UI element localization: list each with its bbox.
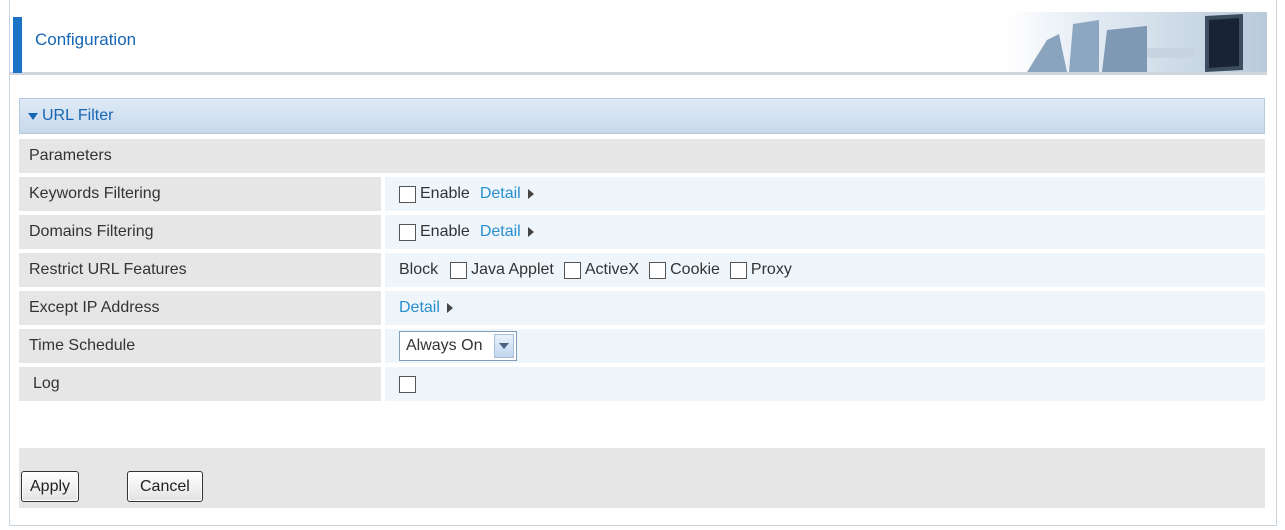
triangle-right-icon: [446, 303, 453, 313]
checkbox-label: Java Applet: [471, 261, 554, 278]
url-filter-panel: URL Filter Parameters Keywords Filtering…: [19, 98, 1265, 510]
keywords-enable-checkbox[interactable]: [399, 185, 416, 203]
triangle-down-icon: [28, 112, 38, 120]
checkbox-label: Proxy: [750, 261, 792, 278]
proxy-checkbox[interactable]: [729, 261, 747, 279]
row-value: Enable Detail: [385, 215, 1265, 249]
row-restrict-url-features: Restrict URL Features Block Java Applet …: [19, 253, 1265, 287]
row-label: Log: [19, 367, 381, 401]
row-value: Always On: [385, 329, 1265, 363]
triangle-right-icon: [527, 189, 534, 199]
section-header: Parameters: [19, 139, 1265, 173]
row-value: [385, 367, 1265, 401]
java-applet-option[interactable]: Java Applet: [450, 261, 554, 279]
except-ip-detail-link[interactable]: Detail: [399, 299, 453, 317]
panel-title: URL Filter: [42, 107, 114, 124]
time-schedule-select[interactable]: Always On: [399, 331, 518, 361]
log-checkbox[interactable]: [399, 375, 416, 393]
checkbox-label: Enable: [420, 223, 470, 240]
header-banner-image: [1007, 12, 1267, 72]
keywords-detail-link[interactable]: Detail: [480, 185, 534, 203]
row-value: Enable Detail: [385, 177, 1265, 211]
select-value: Always On: [406, 337, 483, 354]
row-label: Restrict URL Features: [19, 253, 381, 287]
apply-button[interactable]: Apply: [21, 471, 80, 502]
row-label: Keywords Filtering: [19, 177, 381, 211]
row-value: Block Java Applet ActiveX Cookie Proxy: [385, 253, 1265, 287]
button-bar: Apply Cancel: [19, 448, 1265, 508]
link-label: Detail: [479, 185, 521, 202]
domains-enable-option[interactable]: Enable: [399, 223, 470, 241]
header-accent-bar: [13, 17, 22, 73]
triangle-right-icon: [527, 227, 534, 237]
domains-enable-checkbox[interactable]: [399, 223, 416, 241]
chevron-down-icon[interactable]: [494, 334, 515, 358]
row-domains-filtering: Domains Filtering Enable Detail: [19, 215, 1265, 249]
activex-checkbox[interactable]: [563, 261, 581, 279]
cookie-checkbox[interactable]: [649, 261, 667, 279]
page-title: Configuration: [35, 30, 137, 49]
page-header: Configuration: [10, 12, 1267, 75]
block-label: Block: [399, 261, 439, 278]
row-time-schedule: Time Schedule Always On: [19, 329, 1265, 363]
domains-detail-link[interactable]: Detail: [480, 223, 534, 241]
proxy-option[interactable]: Proxy: [729, 261, 792, 279]
cookie-option[interactable]: Cookie: [649, 261, 720, 279]
row-value: Detail: [385, 291, 1265, 325]
checkbox-label: Cookie: [670, 261, 720, 278]
link-label: Detail: [479, 223, 521, 240]
checkbox-label: Enable: [420, 185, 470, 202]
panel-header[interactable]: URL Filter: [19, 98, 1265, 134]
cancel-button[interactable]: Cancel: [127, 471, 203, 502]
row-label: Time Schedule: [19, 329, 381, 363]
row-log: Log: [19, 367, 1265, 401]
row-label: Except IP Address: [19, 291, 381, 325]
link-label: Detail: [399, 299, 440, 316]
row-label: Domains Filtering: [19, 215, 381, 249]
row-except-ip-address: Except IP Address Detail: [19, 291, 1265, 325]
activex-option[interactable]: ActiveX: [563, 261, 640, 279]
row-keywords-filtering: Keywords Filtering Enable Detail: [19, 177, 1265, 211]
keywords-enable-option[interactable]: Enable: [399, 185, 470, 203]
checkbox-label: ActiveX: [584, 261, 640, 278]
java-applet-checkbox[interactable]: [450, 261, 468, 279]
